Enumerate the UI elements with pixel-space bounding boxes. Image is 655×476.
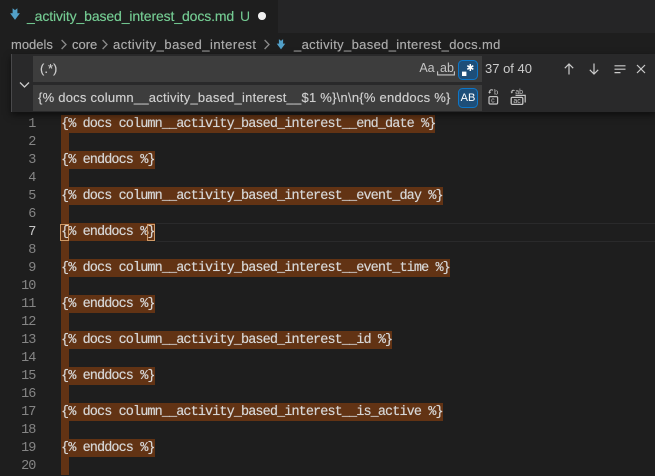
svg-text:ac: ac — [513, 98, 521, 105]
svg-text:b: b — [494, 88, 498, 97]
svg-text:c: c — [491, 97, 495, 104]
